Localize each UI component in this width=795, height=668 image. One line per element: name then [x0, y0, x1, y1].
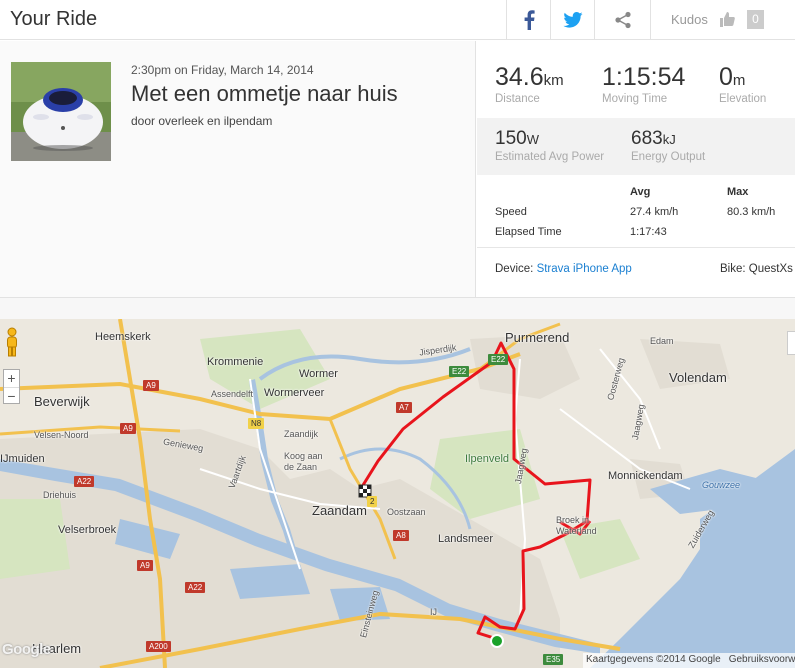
route-map[interactable]: Purmerend Heemskerk Krommenie Wormer Wor… — [0, 319, 795, 668]
zoom-control: + − — [3, 369, 20, 404]
place-purmerend: Purmerend — [505, 330, 570, 345]
map-type-control[interactable] — [787, 331, 795, 355]
elevation-unit: m — [732, 72, 746, 89]
power-stat: 150W Estimated Avg Power — [495, 128, 604, 163]
moving-time-stat: 1:15:54 Moving Time — [602, 63, 685, 105]
elevation-stat: 0m Elevation — [719, 63, 766, 105]
stats-divider — [477, 247, 795, 248]
avg-header: Avg — [630, 186, 651, 198]
speed-max: 80.3 km/h — [727, 206, 776, 218]
elapsed-time-label: Elapsed Time — [495, 226, 562, 238]
road-shield-a22: A22 — [185, 582, 206, 593]
distance-stat: 34.6km Distance — [495, 63, 564, 105]
road-shield-e22: E22 — [488, 354, 509, 365]
energy-value: 683 — [631, 128, 663, 149]
place-broek-in-waterland: Broek in Waterland — [556, 515, 597, 536]
share-button[interactable] — [594, 0, 650, 40]
twitter-share-button[interactable] — [550, 0, 594, 40]
place-heemskerk: Heemskerk — [95, 331, 151, 343]
road-shield-2: 2 — [367, 496, 378, 507]
place-oostzaan: Oostzaan — [387, 507, 426, 517]
road-shield-a9: A9 — [120, 423, 136, 434]
road-shield-a22: A22 — [74, 476, 95, 487]
power-value: 150 — [495, 128, 527, 149]
place-ijmuiden: IJmuiden — [0, 453, 45, 465]
power-unit: W — [526, 132, 539, 147]
place-ilpenveld: Ilpenveld — [465, 453, 510, 465]
energy-stat: 683kJ Energy Output — [631, 128, 705, 163]
activity-date: 2:30pm on Friday, March 14, 2014 — [131, 63, 314, 77]
place-volendam: Volendam — [669, 370, 727, 385]
device-link[interactable]: Strava iPhone App — [537, 263, 632, 275]
place-velsen-noord: Velsen-Noord — [34, 430, 89, 440]
device-info: Device: Strava iPhone App — [495, 263, 632, 275]
moving-time-value: 1:15:54 — [602, 63, 686, 91]
road-shield-a8: A8 — [393, 530, 409, 541]
road-shield-a200: A200 — [146, 641, 171, 652]
distance-label: Distance — [495, 93, 540, 105]
start-marker-icon — [490, 634, 504, 648]
device-label: Device: — [495, 263, 534, 275]
facebook-icon — [524, 10, 535, 30]
place-monnickendam: Monnickendam — [608, 470, 683, 482]
road-shield-a9: A9 — [137, 560, 153, 571]
power-stats-row: 150W Estimated Avg Power 683kJ Energy Ou… — [477, 118, 795, 175]
place-ij: IJ — [430, 607, 438, 617]
road-shield-n8: N8 — [248, 418, 265, 429]
place-krommenie: Krommenie — [207, 356, 264, 368]
share-icon — [614, 11, 631, 29]
place-edam: Edam — [650, 336, 674, 346]
place-wormer: Wormer — [299, 368, 338, 380]
street-view-pegman-icon[interactable] — [4, 327, 20, 357]
speed-label: Speed — [495, 206, 527, 218]
place-beverwijk: Beverwijk — [34, 394, 90, 409]
place-assendelft: Assendelft — [211, 389, 254, 399]
road-shield-e35: E35 — [543, 654, 564, 665]
section-spacer — [0, 297, 795, 319]
activity-name: Met een ommetje naar huis — [131, 81, 398, 106]
place-zaandijk: Zaandijk — [284, 429, 319, 439]
place-wormerveer: Wormerveer — [264, 387, 325, 399]
road-shield-a7: A7 — [396, 402, 412, 413]
map-terms-link[interactable]: Gebruiksvoorwaarden — [729, 654, 795, 665]
max-header: Max — [727, 186, 749, 198]
velomobile-photo-image — [11, 62, 111, 161]
stats-panel: 34.6km Distance 1:15:54 Moving Time 0m E… — [477, 41, 795, 297]
distance-unit: km — [543, 72, 564, 89]
map-copyright: Kaartgegevens ©2014 Google — [586, 654, 721, 665]
elevation-label: Elevation — [719, 93, 767, 105]
facebook-share-button[interactable] — [506, 0, 550, 40]
twitter-icon — [562, 12, 583, 28]
elevation-value: 0 — [719, 63, 733, 91]
thumbs-up-icon[interactable] — [718, 10, 736, 28]
place-landsmeer: Landsmeer — [438, 533, 494, 545]
moving-time-label: Moving Time — [602, 93, 668, 105]
top-bar: Your Ride Kudos 0 — [0, 0, 795, 40]
zoom-out-button[interactable]: − — [4, 387, 19, 404]
kudos-count: 0 — [747, 10, 764, 29]
kudos-section: Kudos 0 — [650, 0, 795, 40]
place-driehuis: Driehuis — [43, 490, 77, 500]
road-shield-e22: E22 — [449, 366, 470, 377]
place-gouwzee: Gouwzee — [702, 480, 741, 490]
page-title: Your Ride — [10, 8, 98, 30]
power-label: Estimated Avg Power — [495, 151, 605, 163]
activity-photo[interactable] — [11, 62, 111, 161]
road-shield-a9: A9 — [143, 380, 159, 391]
activity-summary: 2:30pm on Friday, March 14, 2014 Met een… — [0, 41, 476, 297]
activity-description: door overleek en ilpendam — [131, 114, 273, 128]
zoom-in-button[interactable]: + — [4, 370, 19, 387]
google-logo: Google — [2, 641, 51, 658]
distance-value: 34.6 — [495, 63, 544, 91]
map-attribution: Kaartgegevens ©2014 Google Gebruiksvoorwa… — [583, 653, 795, 668]
speed-avg: 27.4 km/h — [630, 206, 679, 218]
kudos-label: Kudos — [671, 12, 708, 27]
bike-info: Bike: QuestXs — [720, 263, 793, 275]
energy-label: Energy Output — [631, 151, 706, 163]
place-zaandam: Zaandam — [312, 503, 367, 518]
energy-unit: kJ — [662, 132, 676, 147]
place-koog-aan-de-zaan: Koog aan de Zaan — [284, 451, 323, 472]
place-velserbroek: Velserbroek — [58, 524, 117, 536]
elapsed-time-avg: 1:17:43 — [630, 226, 667, 238]
